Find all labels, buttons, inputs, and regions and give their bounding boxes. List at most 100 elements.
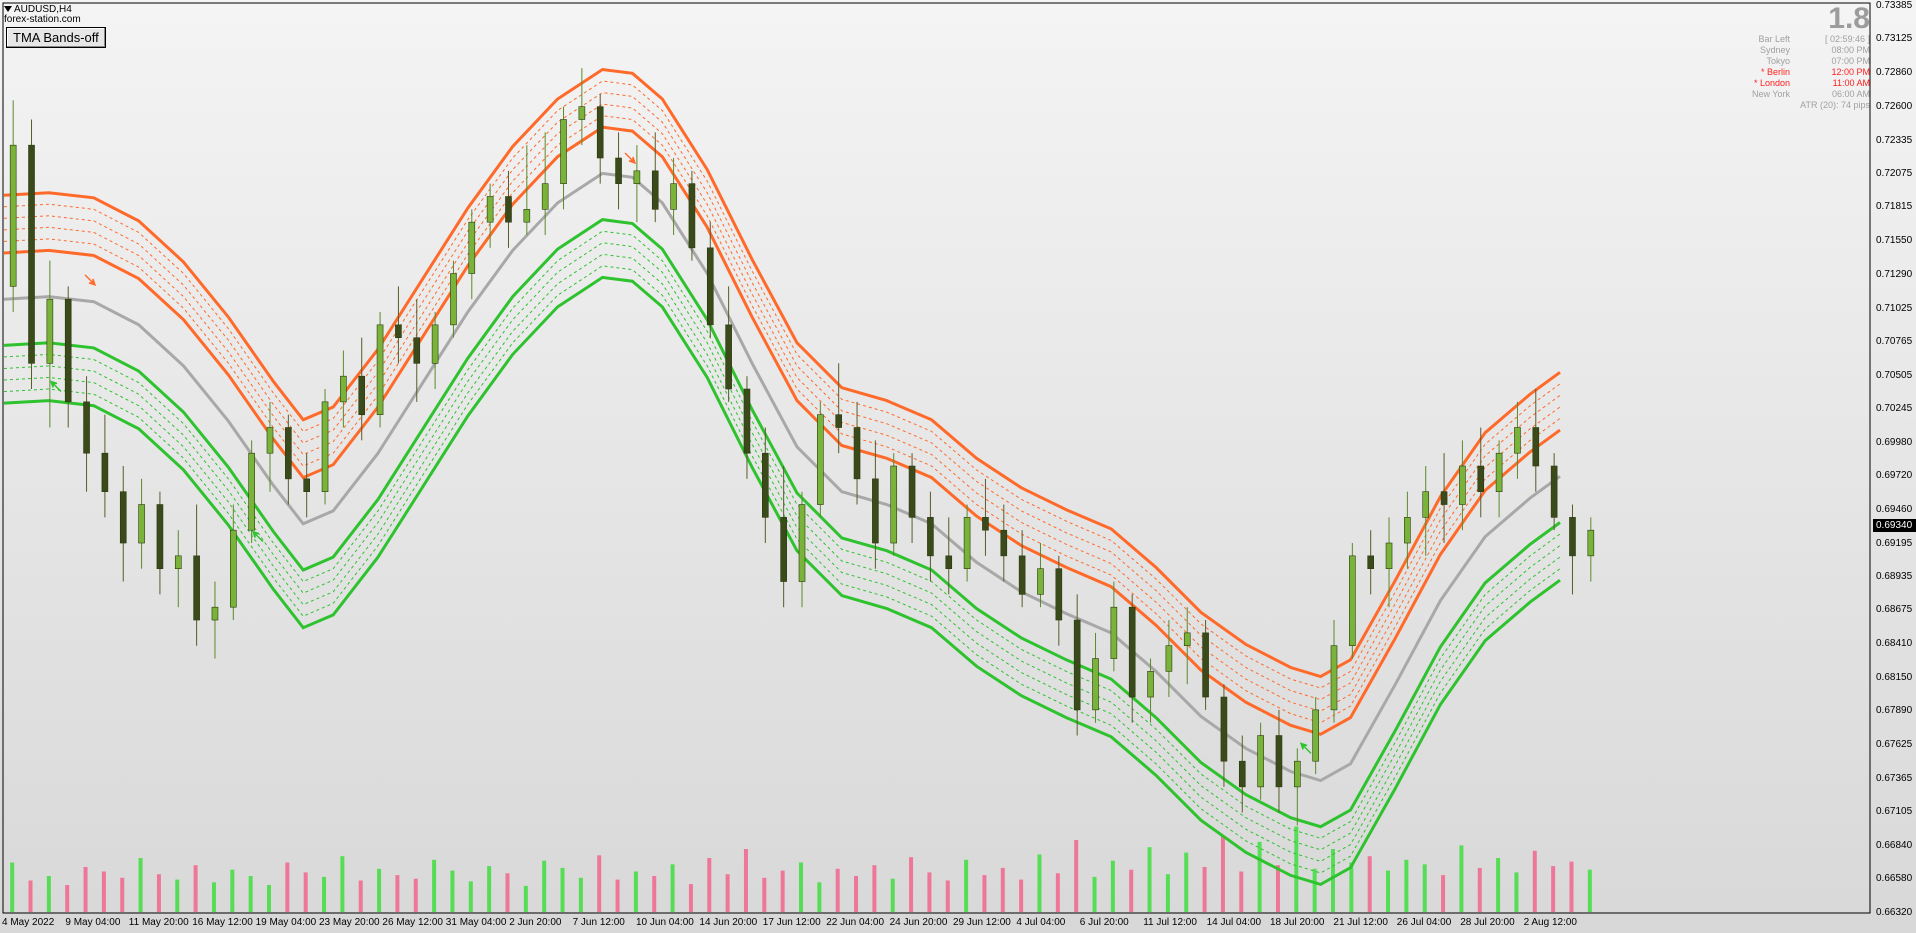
candle-body xyxy=(486,196,494,223)
volume-bar xyxy=(615,879,620,912)
price-tick-label: 0.73125 xyxy=(1876,33,1913,45)
candle-body xyxy=(1294,760,1301,788)
date-tick-label: 9 May 04:00 xyxy=(65,917,121,928)
upper-band-line xyxy=(3,125,1561,736)
candle-body xyxy=(1073,619,1081,711)
date-tick-label: 4 Jul 04:00 xyxy=(1016,917,1066,928)
candle-body xyxy=(340,375,347,403)
chart-window[interactable]: AUDUSD,H4 forex-station.com TMA Bands-of… xyxy=(0,0,1916,933)
volume-bar xyxy=(10,862,15,912)
candle-body xyxy=(1165,645,1173,672)
volume-bar xyxy=(1092,876,1097,912)
session-label: * London xyxy=(1753,78,1790,88)
volume-bar xyxy=(542,860,547,912)
date-tick-label: 14 Jun 20:00 xyxy=(699,917,758,928)
volume-bar xyxy=(835,868,840,912)
price-chart[interactable] xyxy=(0,0,1873,933)
volume-bar xyxy=(1422,864,1427,912)
date-tick-label: 26 Jul 04:00 xyxy=(1396,917,1452,928)
candle-body xyxy=(853,427,861,480)
upper-band-line xyxy=(3,80,1561,689)
candle-body xyxy=(230,529,237,608)
candle-body xyxy=(28,144,35,364)
candle-body xyxy=(1404,517,1411,544)
candle-body xyxy=(468,221,476,274)
price-tick-label: 0.72600 xyxy=(1876,100,1913,112)
candle-body xyxy=(963,517,971,569)
date-tick-label: 11 Jul 12:00 xyxy=(1143,917,1197,928)
session-label: Sydney xyxy=(1759,45,1790,55)
volume-bar xyxy=(707,858,712,912)
price-tick-label: 0.69460 xyxy=(1876,503,1913,515)
volume-bar xyxy=(743,849,748,912)
volume-bar xyxy=(46,876,51,912)
date-tick-label: 19 May 04:00 xyxy=(255,917,317,928)
candle-body xyxy=(376,324,384,415)
volume-bar xyxy=(1404,859,1409,912)
dropdown-triangle-icon[interactable] xyxy=(4,6,12,13)
volume-bar xyxy=(854,876,859,912)
candle-body xyxy=(523,209,531,223)
candle-body xyxy=(101,452,109,492)
tma-bands-toggle-button[interactable]: TMA Bands-off xyxy=(6,27,106,48)
candle-body xyxy=(835,414,842,428)
price-tick-label: 0.67105 xyxy=(1876,805,1913,817)
volume-bar xyxy=(230,869,235,912)
date-tick-label: 29 Jun 12:00 xyxy=(953,917,1011,928)
price-tick-label: 0.66840 xyxy=(1876,839,1913,851)
volume-bar xyxy=(322,876,327,912)
candle-body xyxy=(193,555,200,621)
volume-bar xyxy=(909,857,914,912)
volume-bar xyxy=(578,877,583,912)
date-tick-label: 17 Jun 12:00 xyxy=(762,917,821,928)
volume-bar xyxy=(1514,872,1519,912)
candle-body xyxy=(982,517,989,531)
candle-body xyxy=(1238,760,1246,788)
volume-bar xyxy=(28,880,33,912)
volume-bar xyxy=(799,862,803,912)
volume-bar xyxy=(413,878,418,912)
date-tick-label: 21 Jul 12:00 xyxy=(1333,917,1388,928)
candle-body xyxy=(1092,658,1099,711)
candle-body xyxy=(1587,529,1595,557)
candle-body xyxy=(780,517,787,582)
volume-bar xyxy=(211,882,216,912)
current-price-tag: 0.69340 xyxy=(1873,519,1916,533)
date-tick-label: 26 May 12:00 xyxy=(382,917,443,928)
volume-bar xyxy=(1110,860,1115,912)
candle-body xyxy=(908,465,916,518)
price-tick-label: 0.71290 xyxy=(1876,268,1913,280)
volume-bar xyxy=(65,885,70,912)
volume-bar xyxy=(285,862,290,912)
price-scale[interactable]: 0.73385 0.73125 0.72860 0.72600 0.72335 0.720… xyxy=(1873,0,1916,933)
session-value: 08:00 PM xyxy=(1831,45,1870,55)
candle-body xyxy=(615,157,622,184)
volume-bar xyxy=(927,872,932,912)
candle-body xyxy=(872,478,879,544)
date-tick-label: 24 Jun 20:00 xyxy=(889,917,948,928)
volume-bar xyxy=(982,875,987,912)
date-tick-label: 14 Jul 04:00 xyxy=(1206,917,1262,928)
volume-bar xyxy=(156,874,161,912)
volume-bar xyxy=(1202,867,1207,912)
price-tick-label: 0.68410 xyxy=(1876,638,1913,650)
volume-bar xyxy=(670,864,675,912)
volume-bar xyxy=(1441,875,1446,912)
candle-body xyxy=(1037,568,1044,595)
session-label: * Berlin xyxy=(1760,67,1790,77)
candle-body xyxy=(395,324,402,338)
volume-bar xyxy=(1037,854,1042,912)
volume-histogram xyxy=(10,826,1592,912)
volume-bar xyxy=(1477,867,1482,912)
session-label: New York xyxy=(1751,89,1790,99)
price-tick-label: 0.68935 xyxy=(1876,571,1913,583)
candle-body xyxy=(46,298,54,364)
volume-bar xyxy=(872,865,877,912)
candle-body xyxy=(285,427,292,480)
volume-bar xyxy=(1055,873,1060,912)
sell-arrow-icon xyxy=(84,274,97,287)
candle-body xyxy=(1495,452,1503,492)
candle-body xyxy=(890,465,898,544)
candle-body xyxy=(1275,735,1283,788)
tma-bands xyxy=(3,67,1561,887)
